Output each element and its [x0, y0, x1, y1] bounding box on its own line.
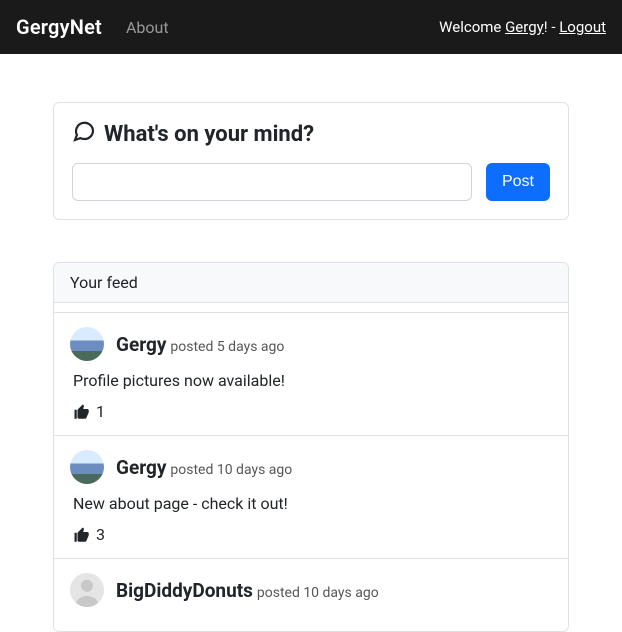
thumbs-up-icon	[73, 526, 91, 544]
avatar[interactable]	[70, 450, 104, 484]
feed-author[interactable]: BigDiddyDonuts	[116, 579, 253, 602]
feed-meta: posted 10 days ago	[257, 585, 379, 601]
main-container: What's on your mind? Post Your feed Gerg…	[41, 54, 581, 632]
feed-body: Profile pictures now available!	[73, 371, 552, 390]
speech-bubble-icon	[72, 119, 96, 149]
feed-author[interactable]: Gergy	[116, 333, 166, 356]
feed-header: Your feed	[54, 263, 568, 303]
like-count: 3	[96, 525, 105, 544]
compose-heading-text: What's on your mind?	[104, 122, 314, 147]
thumbs-up-icon	[73, 403, 91, 421]
feed-likes[interactable]: 3	[73, 525, 552, 544]
compose-input[interactable]	[72, 163, 472, 201]
feed-item: Gergy posted 10 days ago New about page …	[54, 436, 568, 559]
brand-logo[interactable]: GergyNet	[16, 15, 102, 39]
feed-body: New about page - check it out!	[73, 494, 552, 513]
post-button[interactable]: Post	[486, 163, 550, 201]
compose-heading: What's on your mind?	[72, 119, 550, 149]
welcome-username[interactable]: Gergy	[505, 18, 544, 36]
navbar-left: GergyNet About	[16, 15, 169, 39]
feed-likes[interactable]: 1	[73, 402, 552, 421]
like-count: 1	[96, 402, 105, 421]
welcome-prefix: Welcome	[439, 18, 505, 36]
navbar-right: Welcome Gergy! - Logout	[439, 18, 606, 36]
feed-gap	[54, 303, 568, 313]
compose-card: What's on your mind? Post	[53, 102, 569, 220]
feed-author[interactable]: Gergy	[116, 456, 166, 479]
feed-meta: posted 5 days ago	[170, 339, 284, 355]
nav-link-about[interactable]: About	[126, 18, 169, 37]
avatar[interactable]	[70, 573, 104, 607]
feed-card: Your feed Gergy posted 5 days ago Profil…	[53, 262, 569, 632]
avatar[interactable]	[70, 327, 104, 361]
feed-item: Gergy posted 5 days ago Profile pictures…	[54, 313, 568, 436]
feed-meta: posted 10 days ago	[170, 462, 292, 478]
feed-item: BigDiddyDonuts posted 10 days ago	[54, 559, 568, 631]
navbar: GergyNet About Welcome Gergy! - Logout	[0, 0, 622, 54]
logout-link[interactable]: Logout	[559, 18, 606, 36]
welcome-suffix: ! -	[544, 18, 559, 36]
